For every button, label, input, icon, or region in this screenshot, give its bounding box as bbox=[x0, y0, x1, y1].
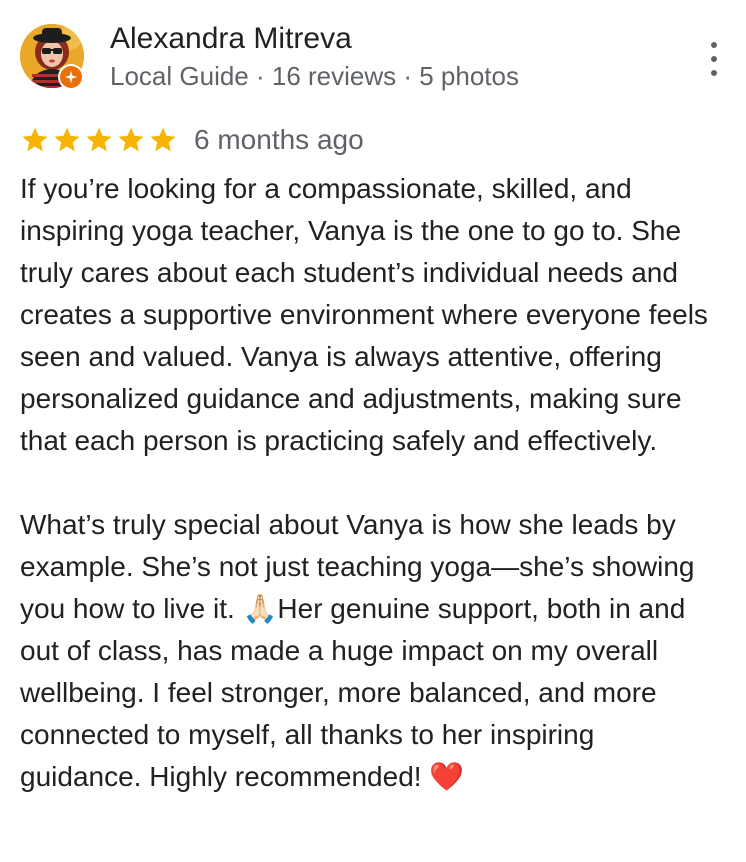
star-rating bbox=[20, 125, 178, 155]
review-paragraph: What’s truly special about Vanya is how … bbox=[20, 509, 695, 792]
more-vert-icon-dot bbox=[711, 56, 717, 62]
review-text: If you’re looking for a compassionate, s… bbox=[20, 168, 720, 798]
more-options-button[interactable] bbox=[702, 42, 726, 76]
more-vert-icon bbox=[711, 42, 717, 48]
rating-row: 6 months ago bbox=[20, 122, 364, 158]
star-icon bbox=[54, 127, 80, 152]
author-meta[interactable]: Local Guide · 16 reviews · 5 photos bbox=[110, 60, 519, 92]
more-vert-icon-dot bbox=[711, 70, 717, 76]
review-paragraph: If you’re looking for a compassionate, s… bbox=[20, 173, 708, 456]
review-header: Alexandra Mitreva Local Guide · 16 revie… bbox=[20, 20, 726, 92]
author-name[interactable]: Alexandra Mitreva bbox=[110, 22, 352, 56]
star-icon bbox=[22, 127, 48, 152]
star-icon bbox=[118, 127, 144, 152]
star-icon bbox=[86, 127, 112, 152]
star-icon bbox=[150, 127, 176, 152]
avatar-container[interactable] bbox=[20, 24, 86, 90]
review-card: Alexandra Mitreva Local Guide · 16 revie… bbox=[0, 0, 746, 862]
local-guide-badge-icon bbox=[58, 64, 84, 90]
review-date: 6 months ago bbox=[194, 124, 364, 155]
